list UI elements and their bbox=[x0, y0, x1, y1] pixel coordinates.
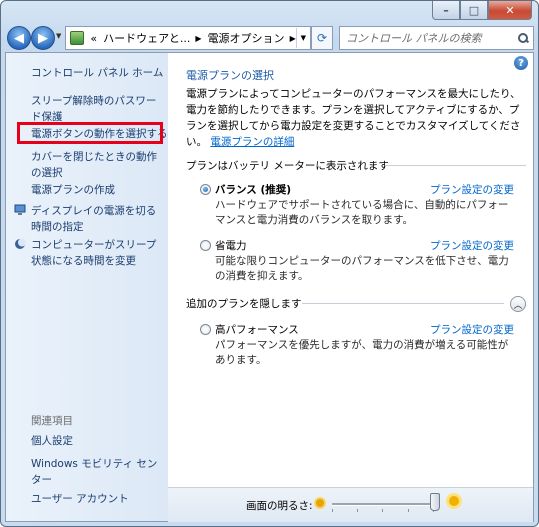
navigation-bar: ◀ ▶ ▼ « ハードウェアと... ▶ 電源オプション ▶ ▼ ⟳ コントロー… bbox=[5, 24, 534, 50]
see-also-user-accounts[interactable]: ユーザー アカウント bbox=[31, 491, 129, 507]
sidebar-item-sleep-time[interactable]: コンピューターがスリープ状態になる時間を変更 bbox=[31, 237, 163, 269]
plan-balanced-description: ハードウェアでサポートされている場合に、自動的にパフォーマンスと電力消費のバラン… bbox=[215, 199, 509, 226]
refresh-icon: ⟳ bbox=[316, 31, 328, 45]
back-arrow-icon: ◀ bbox=[14, 30, 24, 46]
see-also-heading: 関連項目 bbox=[31, 415, 73, 427]
hidden-plans-group-label: 追加のプランを隠します bbox=[186, 298, 302, 310]
brightness-slider-thumb[interactable] bbox=[430, 493, 440, 511]
collapse-chevron-up-icon[interactable]: ︿ bbox=[510, 296, 526, 312]
change-plan-power-saver-link[interactable]: プラン設定の変更 bbox=[430, 238, 514, 253]
plan-high-performance-description: パフォーマンスを優先しますが、電力の消費が増える可能性があります。 bbox=[215, 339, 509, 366]
help-icon[interactable]: ? bbox=[514, 56, 528, 70]
change-plan-high-performance-link[interactable]: プラン設定の変更 bbox=[430, 322, 514, 337]
see-also-mobility-center[interactable]: Windows モビリティ センター bbox=[31, 456, 163, 488]
breadcrumb-power-options[interactable]: 電源オプション bbox=[208, 30, 285, 46]
refresh-button[interactable]: ⟳ bbox=[311, 26, 333, 50]
plan-power-saver-description: 可能な限りコンピューターのパフォーマンスを低下させ、電力の消費を抑えます。 bbox=[215, 255, 509, 282]
moon-icon bbox=[15, 238, 26, 249]
brightness-bar: 画面の明るさ: bbox=[168, 487, 533, 522]
sidebar-item-create-plan[interactable]: 電源プランの作成 bbox=[31, 182, 115, 198]
change-plan-balanced-link[interactable]: プラン設定の変更 bbox=[430, 182, 514, 197]
forward-button[interactable]: ▶ bbox=[31, 26, 55, 50]
window: – □ ✕ ◀ ▶ ▼ « ハードウェアと... ▶ 電源オプション ▶ ▼ ⟳… bbox=[0, 0, 539, 527]
breadcrumb-hardware[interactable]: ハードウェアと... bbox=[103, 30, 190, 46]
sidebar-home-link[interactable]: コントロール パネル ホーム bbox=[31, 65, 163, 81]
content-area: コントロール パネル ホーム スリープ解除時のパスワード保護 電源ボタンの動作を… bbox=[5, 52, 534, 522]
power-plan-details-link[interactable]: 電源プランの詳細 bbox=[210, 136, 294, 148]
breadcrumb-prefix[interactable]: « bbox=[90, 32, 97, 45]
battery-meter-group-label: プランはバッテリ メーターに表示されます bbox=[186, 160, 389, 172]
dim-sun-icon bbox=[316, 499, 324, 507]
plan-high-performance-name[interactable]: 高パフォーマンス bbox=[215, 322, 299, 337]
plan-power-saver-name[interactable]: 省電力 bbox=[215, 238, 247, 253]
slider-tick bbox=[382, 509, 383, 512]
address-dropdown-icon[interactable]: ▼ bbox=[295, 28, 310, 48]
see-also-personalization[interactable]: 個人設定 bbox=[31, 433, 73, 449]
maximize-button[interactable]: □ bbox=[460, 1, 488, 20]
slider-tick bbox=[332, 509, 333, 512]
group-divider bbox=[302, 303, 504, 304]
caption-buttons: – □ ✕ bbox=[432, 1, 532, 20]
monitor-icon bbox=[14, 204, 26, 215]
brightness-slider-track[interactable] bbox=[332, 503, 434, 506]
minimize-button[interactable]: – bbox=[432, 1, 460, 20]
radio-high-performance[interactable] bbox=[200, 324, 211, 335]
highlight-box bbox=[17, 122, 163, 144]
forward-arrow-icon: ▶ bbox=[38, 30, 48, 46]
control-panel-icon bbox=[70, 31, 85, 45]
slider-tick bbox=[408, 509, 409, 512]
radio-power-saver[interactable] bbox=[200, 240, 211, 251]
search-icon[interactable] bbox=[518, 33, 528, 43]
bright-sun-icon bbox=[449, 496, 459, 506]
close-button[interactable]: ✕ bbox=[488, 1, 532, 20]
slider-tick bbox=[357, 509, 358, 512]
chevron-right-icon[interactable]: ▶ bbox=[195, 34, 201, 43]
plan-balanced-name[interactable]: バランス (推奨) bbox=[215, 182, 291, 197]
page-title: 電源プランの選択 bbox=[186, 69, 274, 82]
sidebar-item-wake-password[interactable]: スリープ解除時のパスワード保護 bbox=[31, 93, 161, 125]
sidebar-item-lid-close[interactable]: カバーを閉じたときの動作の選択 bbox=[31, 149, 163, 181]
search-placeholder: コントロール パネルの検索 bbox=[346, 32, 482, 45]
sidebar: コントロール パネル ホーム スリープ解除時のパスワード保護 電源ボタンの動作を… bbox=[6, 53, 168, 521]
sidebar-item-display-off[interactable]: ディスプレイの電源を切る時間の指定 bbox=[31, 203, 163, 235]
radio-balanced[interactable] bbox=[200, 184, 211, 195]
page-description: 電源プランによってコンピューターのパフォーマンスを最大にしたり、電力を節約したり… bbox=[186, 86, 526, 150]
brightness-label: 画面の明るさ: bbox=[246, 500, 313, 512]
recent-pages-icon[interactable]: ▼ bbox=[56, 32, 61, 40]
address-bar[interactable]: « ハードウェアと... ▶ 電源オプション ▶ ▼ bbox=[65, 26, 311, 50]
search-input[interactable]: コントロール パネルの検索 bbox=[339, 26, 534, 50]
back-button[interactable]: ◀ bbox=[7, 26, 31, 50]
group-divider bbox=[386, 165, 526, 166]
